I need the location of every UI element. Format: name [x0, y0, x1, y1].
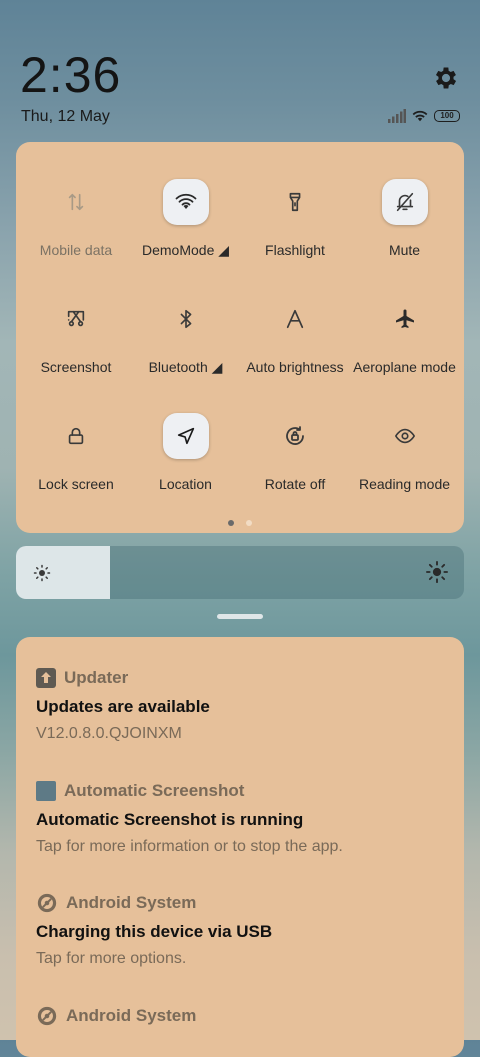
tile-label: Flashlight — [265, 242, 325, 258]
tile-label: Mobile data — [39, 242, 113, 258]
notification-app-name: Android System — [66, 893, 197, 912]
tile-label: Reading mode — [358, 476, 451, 492]
brightness-high-icon — [426, 561, 448, 583]
wifi-status-icon — [412, 110, 428, 122]
notification-app-name: Android System — [66, 1005, 197, 1025]
date[interactable]: Thu, 12 May — [21, 108, 110, 126]
tile-mobile-data[interactable]: Mobile data — [20, 144, 132, 258]
notification-item[interactable]: Android System Charging this device via U… — [36, 891, 272, 968]
brightness-low-icon — [33, 564, 51, 582]
tile-auto-brightness[interactable]: Auto brightness — [239, 261, 351, 375]
eye-icon[interactable] — [382, 413, 428, 459]
notification-title: Automatic Screenshot is running — [36, 809, 304, 829]
auto-brightness-icon[interactable] — [272, 296, 318, 342]
page-indicator — [228, 520, 252, 526]
tile-label: Bluetooth ◢ — [148, 359, 223, 375]
status-bar: 100 — [388, 109, 460, 123]
lock-icon[interactable] — [53, 413, 99, 459]
tile-screenshot[interactable]: Screenshot — [20, 261, 132, 375]
notification-app-name: Automatic Screenshot — [64, 780, 245, 800]
app-square-icon — [36, 780, 56, 801]
tile-label: Rotate off — [264, 476, 326, 492]
tile-reading-mode[interactable]: Reading mode — [349, 378, 461, 492]
notification-item[interactable]: Updater Updates are available V12.0.8.0.QJ… — [36, 666, 210, 743]
notification-app-header: Automatic Screenshot — [36, 779, 343, 803]
mobile-data-icon[interactable] — [53, 179, 99, 225]
tile-label: DemoMode ◢ — [141, 242, 230, 258]
screenshot-icon[interactable] — [53, 296, 99, 342]
wifi-icon[interactable] — [162, 179, 209, 225]
aeroplane-icon[interactable] — [382, 296, 428, 342]
notification-item[interactable]: Android System — [36, 1004, 196, 1028]
tile-lock-screen[interactable]: Lock screen — [20, 378, 132, 492]
settings-gear-icon[interactable] — [432, 64, 460, 92]
tile-mute[interactable]: Mute — [349, 144, 461, 258]
tile-demomode[interactable]: DemoMode ◢ — [130, 144, 242, 258]
notification-title: Charging this device via USB — [36, 922, 273, 941]
notification-app-header: Android System — [36, 891, 272, 915]
notification-body: Tap for more options. — [36, 950, 187, 967]
page-dot-1[interactable] — [228, 520, 234, 526]
tile-bluetooth[interactable]: Bluetooth ◢ — [130, 261, 242, 375]
android-system-icon — [36, 892, 58, 914]
bluetooth-icon[interactable] — [163, 296, 209, 342]
signal-icon — [388, 109, 406, 123]
android-system-icon — [36, 1005, 58, 1027]
page-dot-2[interactable] — [246, 520, 252, 526]
rotate-lock-icon[interactable] — [272, 413, 318, 459]
notification-app-name: Updater — [64, 668, 129, 687]
tile-flashlight[interactable]: Flashlight — [239, 144, 351, 258]
notification-body: V12.0.8.0.QJOINXM — [36, 725, 182, 742]
tile-location[interactable]: Location — [130, 378, 242, 492]
notification-list: Updater Updates are available V12.0.8.0.QJ… — [16, 637, 464, 1057]
tile-label: Screenshot — [40, 359, 112, 375]
notification-item[interactable]: Automatic Screenshot Automatic Screenshot… — [36, 779, 343, 856]
brightness-fill — [16, 546, 111, 599]
battery-icon: 100 — [434, 110, 460, 122]
updater-icon — [36, 668, 56, 688]
tile-label: Lock screen — [38, 476, 114, 492]
tile-rotate-off[interactable]: Rotate off — [239, 378, 351, 492]
location-icon[interactable] — [162, 413, 209, 459]
notification-body: Tap for more information or to stop the … — [36, 837, 343, 855]
tile-aeroplane-mode[interactable]: Aeroplane mode — [349, 261, 461, 375]
clock[interactable]: 2:36 — [20, 46, 121, 104]
notification-app-header: Android System — [36, 1004, 196, 1028]
drag-handle[interactable] — [217, 614, 263, 619]
flashlight-icon[interactable] — [272, 179, 318, 225]
tile-label: Location — [159, 476, 212, 492]
bell-off-icon[interactable] — [381, 179, 428, 225]
brightness-slider[interactable] — [16, 546, 464, 599]
tile-label: Aeroplane mode — [353, 359, 456, 375]
quick-settings-panel: Mobile data DemoMode ◢ Flashlight Mute Scree… — [16, 142, 464, 533]
notification-title: Updates are available — [36, 697, 210, 716]
notification-app-header: Updater — [36, 666, 210, 690]
tile-label: Auto brightness — [246, 359, 344, 375]
tile-label: Mute — [388, 242, 421, 258]
